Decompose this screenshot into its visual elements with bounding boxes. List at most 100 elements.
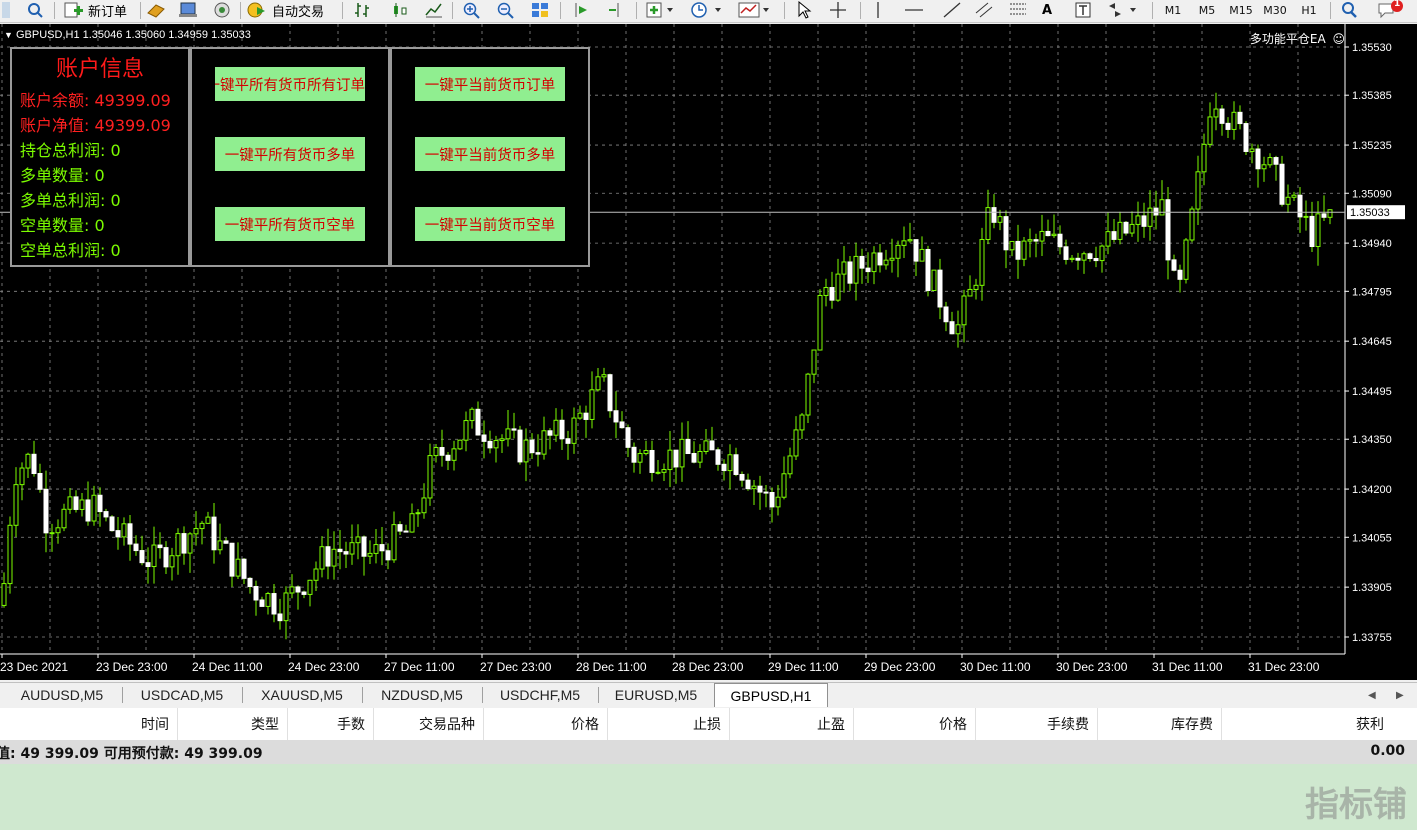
new-order-icon [64,2,83,18]
dropdown-triangle-icon[interactable]: ▼ [4,30,13,40]
tab-nzdusd[interactable]: NZDUSD,M5 [364,685,480,705]
candle-body [973,284,979,290]
candle-body [463,420,469,441]
candle-body [907,239,913,242]
arrows-icon[interactable] [1106,0,1140,20]
tab-xauusd[interactable]: XAUUSD,M5 [244,685,360,705]
close-all-currencies-buy-button[interactable]: 一键平所有货币多单 [215,137,365,171]
time-label: 29 Dec 11:00 [768,660,839,674]
candle-body [913,239,919,262]
candle-body [343,551,349,555]
candle-body [877,252,883,266]
candle-body [1069,257,1075,260]
notifications-icon[interactable]: 1 [1376,0,1404,20]
candle-body [493,440,499,449]
candle-body [49,532,55,535]
candle-body [799,414,805,431]
col-profit[interactable]: 获利 [1222,708,1392,740]
close-all-currencies-all-orders-button[interactable]: 一键平所有货币所有订单 [215,67,365,101]
expert-icon[interactable] [146,0,166,20]
candle-body [499,438,505,442]
auto-trading-label: 自动交易 [272,4,325,20]
text-icon[interactable]: A [1042,0,1052,20]
zoom-search-icon[interactable] [26,0,44,20]
search-icon[interactable] [1340,0,1360,20]
candle-body [469,408,475,422]
line-chart-icon[interactable] [424,0,444,20]
vertical-line-icon[interactable] [872,0,884,20]
signals-icon[interactable] [212,0,232,20]
tab-usdcad[interactable]: USDCAD,M5 [124,685,240,705]
col-stop-loss[interactable]: 止损 [608,708,730,740]
new-order-button[interactable]: 新订单 [64,0,127,20]
fibonacci-icon[interactable] [1008,0,1028,20]
terminal-icon[interactable] [178,0,198,20]
tab-audusd[interactable]: AUDUSD,M5 [4,685,120,705]
candle-body [817,294,823,351]
equidistant-channel-icon[interactable] [974,0,996,20]
col-commission[interactable]: 手续费 [976,708,1098,740]
candle-body [901,240,907,246]
candle-body [1009,240,1015,251]
candle-body [157,544,163,549]
crosshair-icon[interactable] [828,0,848,20]
close-current-buy-button[interactable]: 一键平当前货币多单 [415,137,565,171]
tab-scroll-left-icon[interactable]: ◀ [1368,685,1376,705]
col-type[interactable]: 类型 [178,708,288,740]
tab-gbpusd[interactable]: GBPUSD,H1 [714,683,828,707]
time-label: 23 Dec 23:00 [96,660,168,674]
timeframe-h1[interactable]: H1 [1294,0,1324,20]
tab-scroll-right-icon[interactable]: ▶ [1396,685,1404,705]
chart-shift-icon[interactable] [606,0,626,20]
close-all-currencies-sell-button[interactable]: 一键平所有货币空单 [215,207,365,241]
timeframe-m15[interactable]: M15 [1226,0,1256,20]
time-label: 23 Dec 2021 [0,660,68,674]
col-take-profit[interactable]: 止盈 [730,708,854,740]
col-time[interactable]: 时间 [0,708,178,740]
zoom-out-icon[interactable] [496,0,516,20]
col-lots[interactable]: 手数 [288,708,374,740]
candle-body [703,440,709,453]
timeframe-m1[interactable]: M1 [1158,0,1188,20]
close-current-all-orders-button[interactable]: 一键平当前货币订单 [415,67,565,101]
price-chart[interactable]: 1.35530 1.35385 1.35235 1.35090 1.34940 1.347… [0,24,1417,680]
indicators-icon[interactable] [646,0,676,20]
text-label-icon[interactable] [1074,0,1092,20]
timeframe-m5[interactable]: M5 [1192,0,1222,20]
trendline-icon[interactable] [942,0,962,20]
col-swap[interactable]: 库存费 [1098,708,1222,740]
templates-icon[interactable] [738,0,772,20]
candle-body [85,499,91,522]
candle-body [949,321,955,335]
timeframe-m30[interactable]: M30 [1260,0,1290,20]
bar-chart-icon[interactable] [354,0,374,20]
col-current-price[interactable]: 价格 [854,708,976,740]
candlestick-icon[interactable] [390,0,410,20]
horizontal-line-icon[interactable] [904,0,924,20]
cursor-icon[interactable] [796,0,812,20]
candle-body [367,552,373,557]
candle-body [733,454,739,475]
candle-body [37,473,43,490]
time-label: 30 Dec 23:00 [1056,660,1128,674]
auto-scroll-icon[interactable] [572,0,592,20]
tile-windows-icon[interactable] [530,0,550,20]
left-edge-tool[interactable] [2,0,10,20]
col-price[interactable]: 价格 [484,708,608,740]
tab-eurusd[interactable]: EURUSD,M5 [600,685,712,705]
candle-body [505,428,511,440]
periods-icon[interactable] [690,0,724,20]
close-current-sell-button[interactable]: 一键平当前货币空单 [415,207,565,241]
auto-trading-button[interactable]: 自动交易 [246,0,324,20]
candle-body [871,252,877,273]
candle-body [955,324,961,335]
candle-body [1063,246,1069,260]
col-symbol[interactable]: 交易品种 [374,708,484,740]
zoom-in-icon[interactable] [462,0,482,20]
candle-body [43,488,49,534]
chart-ohlc-text: GBPUSD,H1 1.35046 1.35060 1.34959 1.3503… [15,29,251,41]
tab-usdchf[interactable]: USDCHF,M5 [484,685,596,705]
expert-advisor-label[interactable]: 多功能平仓EA ☺ [1250,30,1345,47]
time-label: 24 Dec 23:00 [288,660,360,674]
candle-body [919,248,925,262]
